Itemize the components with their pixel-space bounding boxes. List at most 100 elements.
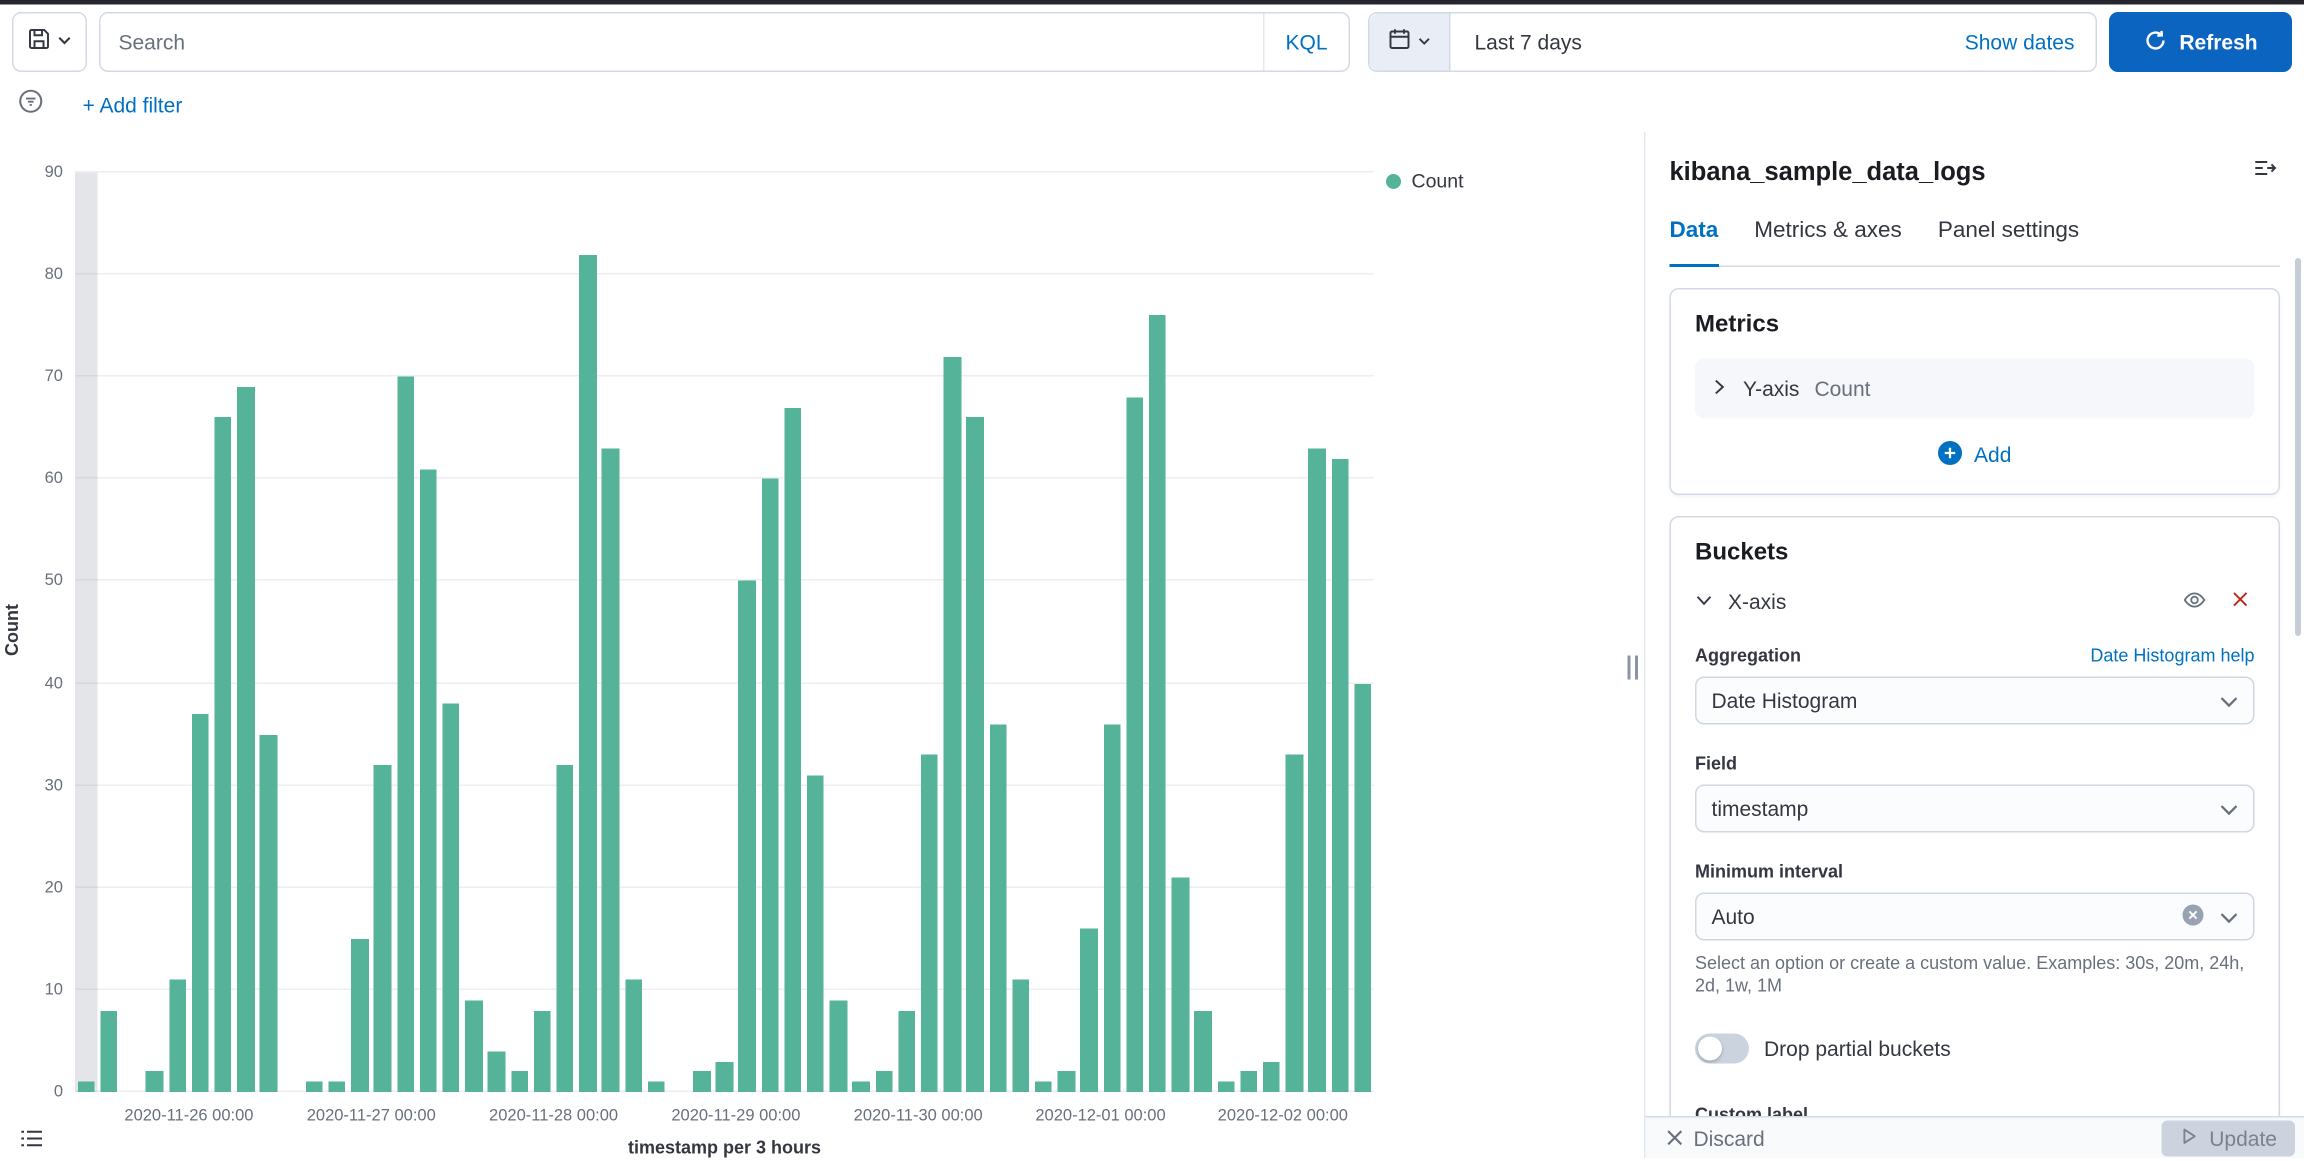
x-tick-label: 2020-11-30 00:00 bbox=[854, 1107, 983, 1125]
bar[interactable] bbox=[192, 714, 209, 1092]
bar[interactable] bbox=[1308, 448, 1325, 1092]
bar[interactable] bbox=[648, 1082, 665, 1092]
bar[interactable] bbox=[101, 1010, 118, 1092]
bar[interactable] bbox=[1172, 877, 1189, 1092]
bar[interactable] bbox=[420, 469, 437, 1092]
gridline bbox=[75, 682, 1374, 684]
minimum-interval-group: Minimum interval Auto Select an option o… bbox=[1695, 860, 2255, 998]
bar[interactable] bbox=[716, 1061, 733, 1092]
panel-scrollbar[interactable] bbox=[2295, 258, 2301, 636]
bar[interactable] bbox=[146, 1072, 163, 1092]
filter-icon[interactable] bbox=[18, 89, 44, 122]
bar[interactable] bbox=[1331, 459, 1348, 1092]
legend-color-dot bbox=[1386, 173, 1401, 188]
aggregation-select[interactable]: Date Histogram bbox=[1695, 677, 2255, 725]
legend-item-count[interactable]: Count bbox=[1386, 170, 1464, 193]
y-tick-label: 20 bbox=[45, 879, 63, 897]
bar[interactable] bbox=[807, 775, 824, 1092]
show-dates-button[interactable]: Show dates bbox=[1944, 30, 2096, 54]
bar[interactable] bbox=[853, 1082, 870, 1092]
bar[interactable] bbox=[215, 418, 232, 1092]
bar[interactable] bbox=[921, 755, 938, 1092]
bar[interactable] bbox=[442, 704, 459, 1092]
bar[interactable] bbox=[329, 1082, 346, 1092]
drop-partial-buckets-toggle[interactable] bbox=[1695, 1034, 1749, 1064]
minimum-interval-label: Minimum interval bbox=[1695, 860, 2255, 884]
toggle-visibility-button[interactable] bbox=[2180, 587, 2210, 617]
legend-toggle-button[interactable] bbox=[12, 1122, 51, 1161]
bar[interactable] bbox=[1035, 1082, 1052, 1092]
add-metric-button[interactable]: Add bbox=[1695, 437, 2255, 473]
metrics-heading: Metrics bbox=[1695, 311, 2255, 341]
bar[interactable] bbox=[1354, 683, 1371, 1092]
bar[interactable] bbox=[989, 724, 1006, 1092]
panel-resize-handle[interactable] bbox=[1628, 656, 1639, 680]
bar[interactable] bbox=[830, 1000, 847, 1092]
bar[interactable] bbox=[488, 1051, 505, 1092]
bar[interactable] bbox=[1217, 1082, 1234, 1092]
bar[interactable] bbox=[374, 765, 391, 1092]
bar[interactable] bbox=[1240, 1072, 1257, 1092]
add-filter-button[interactable]: + Add filter bbox=[83, 93, 183, 117]
calendar-icon bbox=[1388, 26, 1412, 58]
bucket-x-axis-row[interactable]: X-axis bbox=[1695, 587, 2255, 617]
bar[interactable] bbox=[237, 387, 254, 1092]
bar[interactable] bbox=[465, 1000, 482, 1092]
bar[interactable] bbox=[351, 939, 368, 1092]
bar[interactable] bbox=[1263, 1061, 1280, 1092]
tab-metrics-axes[interactable]: Metrics & axes bbox=[1754, 216, 1902, 267]
date-quick-select-button[interactable] bbox=[1370, 14, 1451, 71]
collapse-panel-button[interactable] bbox=[2250, 156, 2280, 186]
bar[interactable] bbox=[1058, 1072, 1075, 1092]
panel-scroll-area: kibana_sample_data_logs Data Metrics & a… bbox=[1646, 132, 2304, 1116]
bar[interactable] bbox=[1126, 397, 1143, 1092]
bar[interactable] bbox=[967, 418, 984, 1092]
clear-value-button[interactable] bbox=[2178, 902, 2208, 932]
cross-icon bbox=[2230, 590, 2250, 614]
bar[interactable] bbox=[1103, 724, 1120, 1092]
bar[interactable] bbox=[898, 1010, 915, 1092]
bar[interactable] bbox=[944, 356, 961, 1092]
bar[interactable] bbox=[739, 581, 756, 1092]
bar[interactable] bbox=[579, 254, 596, 1092]
bar[interactable] bbox=[762, 479, 779, 1092]
discard-button[interactable]: Discard bbox=[1667, 1126, 1765, 1150]
bar[interactable] bbox=[875, 1072, 892, 1092]
bar[interactable] bbox=[602, 448, 619, 1092]
date-range-text[interactable]: Last 7 days bbox=[1451, 30, 1944, 54]
remove-bucket-button[interactable] bbox=[2225, 587, 2255, 617]
minimum-interval-combobox[interactable]: Auto bbox=[1695, 893, 2255, 941]
bar[interactable] bbox=[511, 1072, 528, 1092]
update-button[interactable]: Update bbox=[2161, 1120, 2295, 1156]
tab-panel-settings[interactable]: Panel settings bbox=[1938, 216, 2079, 267]
bar[interactable] bbox=[169, 980, 186, 1092]
refresh-button[interactable]: Refresh bbox=[2109, 12, 2292, 72]
bar[interactable] bbox=[625, 980, 642, 1092]
bar[interactable] bbox=[693, 1072, 710, 1092]
bar[interactable] bbox=[1081, 929, 1098, 1092]
metric-y-axis-row[interactable]: Y-axis Count bbox=[1695, 359, 2255, 419]
x-tick-label: 2020-12-01 00:00 bbox=[1035, 1107, 1165, 1125]
bar[interactable] bbox=[260, 734, 277, 1092]
bar[interactable] bbox=[1012, 980, 1029, 1092]
bar[interactable] bbox=[1286, 755, 1303, 1092]
kql-language-button[interactable]: KQL bbox=[1263, 14, 1349, 71]
field-select[interactable]: timestamp bbox=[1695, 785, 2255, 833]
minimum-interval-help-text: Select an option or create a custom valu… bbox=[1695, 953, 2255, 998]
bar[interactable] bbox=[306, 1082, 323, 1092]
bar[interactable] bbox=[397, 377, 414, 1092]
legend-label: Count bbox=[1412, 170, 1464, 193]
saved-query-menu-button[interactable] bbox=[12, 12, 87, 72]
date-histogram-help-link[interactable]: Date Histogram help bbox=[2090, 645, 2254, 666]
chevron-down-icon bbox=[2220, 689, 2238, 713]
bar[interactable] bbox=[556, 765, 573, 1092]
bar[interactable] bbox=[1195, 1010, 1212, 1092]
bar[interactable] bbox=[784, 407, 801, 1092]
bar[interactable] bbox=[78, 1082, 95, 1092]
bar[interactable] bbox=[1149, 316, 1166, 1092]
bar[interactable] bbox=[534, 1010, 551, 1092]
tab-data[interactable]: Data bbox=[1670, 216, 1719, 267]
plot-area[interactable] bbox=[75, 173, 1374, 1093]
search-input[interactable] bbox=[101, 30, 1263, 54]
list-icon bbox=[20, 1126, 44, 1158]
